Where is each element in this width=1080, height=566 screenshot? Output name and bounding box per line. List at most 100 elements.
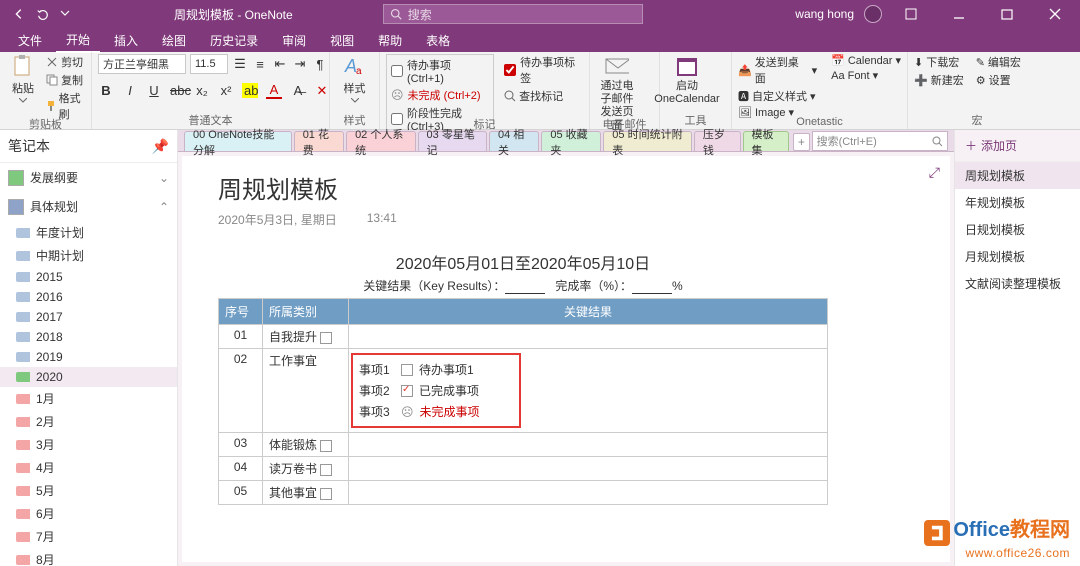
paragraph-icon[interactable]: ¶ <box>312 57 328 72</box>
user-avatar[interactable] <box>864 5 882 23</box>
settings-button[interactable]: ⚙ 设置 <box>976 72 1021 88</box>
section-tab[interactable]: 00 OneNote技能分解 <box>184 131 292 151</box>
back-icon[interactable] <box>12 7 26 21</box>
font-name-select[interactable]: 方正兰亭细黑 <box>98 54 186 74</box>
copy-button[interactable]: 复制 <box>46 72 85 88</box>
notebook-leaf[interactable]: 8月 <box>0 548 177 566</box>
bullet-list-icon[interactable]: ☰ <box>232 56 248 72</box>
section-tab[interactable]: 04 相关 <box>489 131 539 151</box>
checkbox-icon[interactable] <box>401 364 413 376</box>
window-maximize-button[interactable] <box>988 0 1026 28</box>
expand-icon[interactable]: ⤢ <box>929 164 940 181</box>
content-title[interactable]: 2020年05月01日至2020年05月10日 <box>218 250 828 274</box>
clear-format-button[interactable]: A̶ <box>290 83 306 98</box>
find-tags-button[interactable]: 查找标记 <box>504 88 583 104</box>
checkbox-icon[interactable] <box>320 488 332 500</box>
key-results-table[interactable]: 序号 所属类别 关键结果 01 自我提升 02 工作事宜 <box>218 298 828 505</box>
menu-item[interactable]: 绘图 <box>152 29 196 52</box>
menu-item[interactable]: 开始 <box>56 28 100 53</box>
checkbox-icon[interactable] <box>320 464 332 476</box>
content-subtitle[interactable]: 关键结果（Key Results）： 完成率（%）： % <box>218 277 828 294</box>
new-macro-button[interactable]: ➕ 新建宏 <box>914 72 964 88</box>
page-list-item[interactable]: 年规划模板 <box>955 189 1080 216</box>
subscript-button[interactable]: x₂ <box>194 83 210 98</box>
send-to-desktop-button[interactable]: 📤 发送到桌面 ▾ <box>738 54 817 86</box>
window-minimize-button[interactable] <box>940 0 978 28</box>
menu-item[interactable]: 表格 <box>416 29 460 52</box>
styles-button[interactable]: Aa 样式 <box>336 54 373 103</box>
notebook-leaf[interactable]: 4月 <box>0 456 177 479</box>
add-page-button[interactable]: ＋ 添加页 <box>955 130 1080 162</box>
notebook-leaf[interactable]: 2月 <box>0 410 177 433</box>
notebook-leaf[interactable]: 2019 <box>0 347 177 367</box>
underline-button[interactable]: U <box>146 83 162 98</box>
font-button[interactable]: Aa Font ▾ <box>831 69 901 82</box>
notebook-leaf[interactable]: 年度计划 <box>0 221 177 244</box>
indent-icon[interactable]: ⇥ <box>292 56 308 72</box>
window-close-button[interactable] <box>1036 0 1074 28</box>
page-title[interactable]: 周规划模板 <box>218 170 914 205</box>
launch-onecalendar-button[interactable]: 启动OneCalendar <box>666 54 708 106</box>
section-tab[interactable]: 模板集 <box>743 131 790 151</box>
notebook-leaf[interactable]: 2017 <box>0 307 177 327</box>
add-section-button[interactable]: + <box>793 133 809 151</box>
notebook-section[interactable]: 发展纲要 ⌄ <box>0 163 177 192</box>
page-canvas[interactable]: ⤢ 周规划模板 2020年5月3日, 星期日 13:41 2020年05月01日… <box>182 156 950 562</box>
section-tab[interactable]: 05 时间统计附表 <box>603 131 692 151</box>
menu-item[interactable]: 文件 <box>8 29 52 52</box>
section-tab[interactable]: 02 个人系统 <box>346 131 415 151</box>
paste-button[interactable]: 粘贴 <box>6 54 40 103</box>
menu-item[interactable]: 审阅 <box>272 29 316 52</box>
notebook-leaf[interactable]: 5月 <box>0 479 177 502</box>
font-size-select[interactable]: 11.5 <box>190 54 228 74</box>
menu-item[interactable]: 视图 <box>320 29 364 52</box>
pin-icon[interactable]: 📌 <box>152 138 169 155</box>
dropdown-icon[interactable] <box>60 7 74 21</box>
ribbon-toggle-icon[interactable] <box>892 0 930 28</box>
notebook-leaf[interactable]: 2020 <box>0 367 177 387</box>
menu-item[interactable]: 插入 <box>104 29 148 52</box>
section-tab[interactable]: 05 收藏夹 <box>541 131 601 151</box>
italic-button[interactable]: I <box>122 83 138 98</box>
notebook-leaf[interactable]: 2018 <box>0 327 177 347</box>
superscript-button[interactable]: x² <box>218 83 234 98</box>
page-list-item[interactable]: 月规划模板 <box>955 243 1080 270</box>
page-list-item[interactable]: 文献阅读整理模板 <box>955 270 1080 297</box>
menu-item[interactable]: 历史记录 <box>200 29 268 52</box>
tag-todo[interactable]: 待办事项 (Ctrl+1) <box>391 57 489 85</box>
menu-item[interactable]: 帮助 <box>368 29 412 52</box>
cut-button[interactable]: 剪切 <box>46 54 85 70</box>
tag-undone[interactable]: ☹未完成 (Ctrl+2) <box>391 87 489 103</box>
custom-style-button[interactable]: 🅰 自定义样式 ▾ <box>738 88 817 104</box>
notebook-section[interactable]: 具体规划 ⌃ <box>0 192 177 221</box>
undo-icon[interactable] <box>36 7 50 21</box>
page-search[interactable]: 搜索(Ctrl+E) <box>812 131 948 151</box>
section-tab[interactable]: 压岁钱 <box>694 131 741 151</box>
download-macro-button[interactable]: ⬇ 下载宏 <box>914 54 964 70</box>
global-search[interactable]: 搜索 <box>383 4 643 24</box>
checkbox-done-icon[interactable] <box>401 385 413 397</box>
user-name-label[interactable]: wang hong <box>795 7 854 21</box>
notebook-leaf[interactable]: 6月 <box>0 502 177 525</box>
outdent-icon[interactable]: ⇤ <box>272 56 288 72</box>
delete-button[interactable]: ✕ <box>314 83 330 99</box>
todo-tag-button[interactable]: 待办事项标签 <box>504 54 583 86</box>
calendar-button[interactable]: 📅 Calendar ▾ <box>831 54 901 67</box>
notebook-leaf[interactable]: 7月 <box>0 525 177 548</box>
number-list-icon[interactable]: ≡ <box>252 57 268 72</box>
bold-button[interactable]: B <box>98 83 114 98</box>
checkbox-icon[interactable] <box>320 440 332 452</box>
page-list-item[interactable]: 周规划模板 <box>955 162 1080 189</box>
notebook-leaf[interactable]: 2015 <box>0 267 177 287</box>
notebook-leaf[interactable]: 2016 <box>0 287 177 307</box>
section-tab[interactable]: 03 零星笔记 <box>418 131 487 151</box>
checkbox-icon[interactable] <box>320 332 332 344</box>
page-list-item[interactable]: 日规划模板 <box>955 216 1080 243</box>
notebook-leaf[interactable]: 1月 <box>0 387 177 410</box>
notebook-leaf[interactable]: 中期计划 <box>0 244 177 267</box>
notebook-leaf[interactable]: 3月 <box>0 433 177 456</box>
font-color-button[interactable]: A <box>266 82 282 99</box>
strike-button[interactable]: abc <box>170 83 186 98</box>
highlight-button[interactable]: ab <box>242 83 258 98</box>
edit-macro-button[interactable]: ✎ 编辑宏 <box>976 54 1021 70</box>
